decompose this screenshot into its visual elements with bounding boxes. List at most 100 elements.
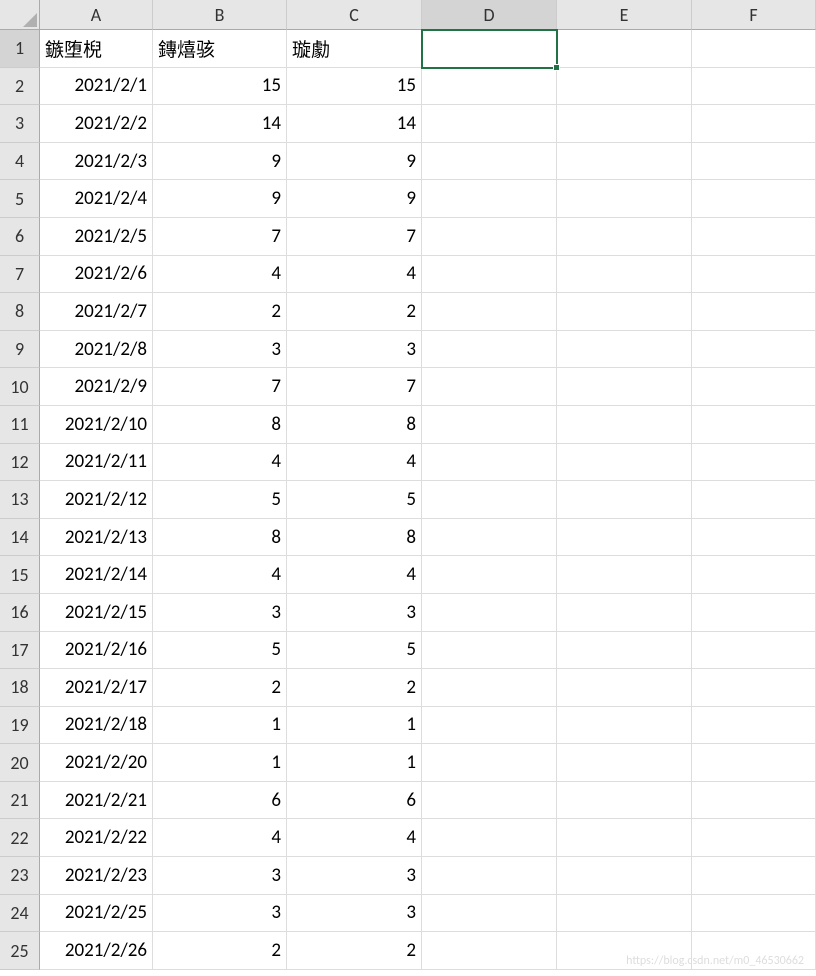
cell-A17[interactable]: 2021/2/16 bbox=[40, 632, 153, 670]
column-header-C[interactable]: C bbox=[287, 0, 422, 30]
cell-A11[interactable]: 2021/2/10 bbox=[40, 406, 153, 444]
cell-F12[interactable] bbox=[692, 444, 816, 482]
cell-E24[interactable] bbox=[557, 895, 692, 933]
cell-C20[interactable]: 1 bbox=[287, 744, 422, 782]
cell-E8[interactable] bbox=[557, 293, 692, 331]
cell-D7[interactable] bbox=[422, 256, 557, 294]
cell-B2[interactable]: 15 bbox=[153, 68, 287, 106]
cell-A13[interactable]: 2021/2/12 bbox=[40, 481, 153, 519]
cell-D24[interactable] bbox=[422, 895, 557, 933]
cell-C25[interactable]: 2 bbox=[287, 932, 422, 970]
cell-F9[interactable] bbox=[692, 331, 816, 369]
cell-A25[interactable]: 2021/2/26 bbox=[40, 932, 153, 970]
cell-C19[interactable]: 1 bbox=[287, 707, 422, 745]
cell-F6[interactable] bbox=[692, 218, 816, 256]
cell-F13[interactable] bbox=[692, 481, 816, 519]
row-header-7[interactable]: 7 bbox=[0, 256, 40, 294]
cell-E11[interactable] bbox=[557, 406, 692, 444]
cell-A23[interactable]: 2021/2/23 bbox=[40, 857, 153, 895]
cell-A4[interactable]: 2021/2/3 bbox=[40, 143, 153, 181]
cell-B6[interactable]: 7 bbox=[153, 218, 287, 256]
cell-A12[interactable]: 2021/2/11 bbox=[40, 444, 153, 482]
cell-C2[interactable]: 15 bbox=[287, 68, 422, 106]
cell-F3[interactable] bbox=[692, 105, 816, 143]
column-header-D[interactable]: D bbox=[422, 0, 557, 30]
cell-B7[interactable]: 4 bbox=[153, 256, 287, 294]
cell-F4[interactable] bbox=[692, 143, 816, 181]
column-header-B[interactable]: B bbox=[153, 0, 287, 30]
cell-A22[interactable]: 2021/2/22 bbox=[40, 819, 153, 857]
cell-D11[interactable] bbox=[422, 406, 557, 444]
cell-F22[interactable] bbox=[692, 819, 816, 857]
cell-D23[interactable] bbox=[422, 857, 557, 895]
cell-D20[interactable] bbox=[422, 744, 557, 782]
cell-E7[interactable] bbox=[557, 256, 692, 294]
row-header-4[interactable]: 4 bbox=[0, 143, 40, 181]
cell-B22[interactable]: 4 bbox=[153, 819, 287, 857]
cell-C21[interactable]: 6 bbox=[287, 782, 422, 820]
cell-F7[interactable] bbox=[692, 256, 816, 294]
cell-E2[interactable] bbox=[557, 68, 692, 106]
cell-D1[interactable] bbox=[422, 30, 557, 68]
cell-A7[interactable]: 2021/2/6 bbox=[40, 256, 153, 294]
row-header-18[interactable]: 18 bbox=[0, 669, 40, 707]
cell-C10[interactable]: 7 bbox=[287, 368, 422, 406]
cell-C12[interactable]: 4 bbox=[287, 444, 422, 482]
row-header-3[interactable]: 3 bbox=[0, 105, 40, 143]
row-header-1[interactable]: 1 bbox=[0, 30, 40, 68]
cell-A19[interactable]: 2021/2/18 bbox=[40, 707, 153, 745]
spreadsheet-grid[interactable]: ABCDEF1鏃堕棿鏄熺骇璇勮22021/2/1151532021/2/2141… bbox=[0, 0, 816, 970]
cell-D3[interactable] bbox=[422, 105, 557, 143]
row-header-8[interactable]: 8 bbox=[0, 293, 40, 331]
cell-E10[interactable] bbox=[557, 368, 692, 406]
cell-C8[interactable]: 2 bbox=[287, 293, 422, 331]
cell-F19[interactable] bbox=[692, 707, 816, 745]
cell-F10[interactable] bbox=[692, 368, 816, 406]
row-header-21[interactable]: 21 bbox=[0, 782, 40, 820]
cell-B18[interactable]: 2 bbox=[153, 669, 287, 707]
cell-E9[interactable] bbox=[557, 331, 692, 369]
cell-F5[interactable] bbox=[692, 180, 816, 218]
cell-B3[interactable]: 14 bbox=[153, 105, 287, 143]
cell-D22[interactable] bbox=[422, 819, 557, 857]
cell-E20[interactable] bbox=[557, 744, 692, 782]
cell-A6[interactable]: 2021/2/5 bbox=[40, 218, 153, 256]
cell-B21[interactable]: 6 bbox=[153, 782, 287, 820]
select-all-corner[interactable] bbox=[0, 0, 40, 30]
row-header-9[interactable]: 9 bbox=[0, 331, 40, 369]
cell-D2[interactable] bbox=[422, 68, 557, 106]
cell-B25[interactable]: 2 bbox=[153, 932, 287, 970]
row-header-24[interactable]: 24 bbox=[0, 895, 40, 933]
cell-A16[interactable]: 2021/2/15 bbox=[40, 594, 153, 632]
cell-D17[interactable] bbox=[422, 632, 557, 670]
cell-D4[interactable] bbox=[422, 143, 557, 181]
cell-E21[interactable] bbox=[557, 782, 692, 820]
cell-E23[interactable] bbox=[557, 857, 692, 895]
cell-E22[interactable] bbox=[557, 819, 692, 857]
cell-A15[interactable]: 2021/2/14 bbox=[40, 556, 153, 594]
cell-E19[interactable] bbox=[557, 707, 692, 745]
cell-F15[interactable] bbox=[692, 556, 816, 594]
row-header-14[interactable]: 14 bbox=[0, 519, 40, 557]
cell-E13[interactable] bbox=[557, 481, 692, 519]
cell-D12[interactable] bbox=[422, 444, 557, 482]
cell-D13[interactable] bbox=[422, 481, 557, 519]
cell-B12[interactable]: 4 bbox=[153, 444, 287, 482]
cell-F11[interactable] bbox=[692, 406, 816, 444]
cell-F20[interactable] bbox=[692, 744, 816, 782]
cell-C7[interactable]: 4 bbox=[287, 256, 422, 294]
cell-F25[interactable] bbox=[692, 932, 816, 970]
cell-B23[interactable]: 3 bbox=[153, 857, 287, 895]
cell-A1[interactable]: 鏃堕棿 bbox=[40, 30, 153, 68]
cell-E1[interactable] bbox=[557, 30, 692, 68]
column-header-F[interactable]: F bbox=[692, 0, 816, 30]
cell-C23[interactable]: 3 bbox=[287, 857, 422, 895]
row-header-2[interactable]: 2 bbox=[0, 68, 40, 106]
cell-E5[interactable] bbox=[557, 180, 692, 218]
cell-A8[interactable]: 2021/2/7 bbox=[40, 293, 153, 331]
row-header-5[interactable]: 5 bbox=[0, 180, 40, 218]
cell-B24[interactable]: 3 bbox=[153, 895, 287, 933]
cell-B13[interactable]: 5 bbox=[153, 481, 287, 519]
cell-A9[interactable]: 2021/2/8 bbox=[40, 331, 153, 369]
cell-D15[interactable] bbox=[422, 556, 557, 594]
